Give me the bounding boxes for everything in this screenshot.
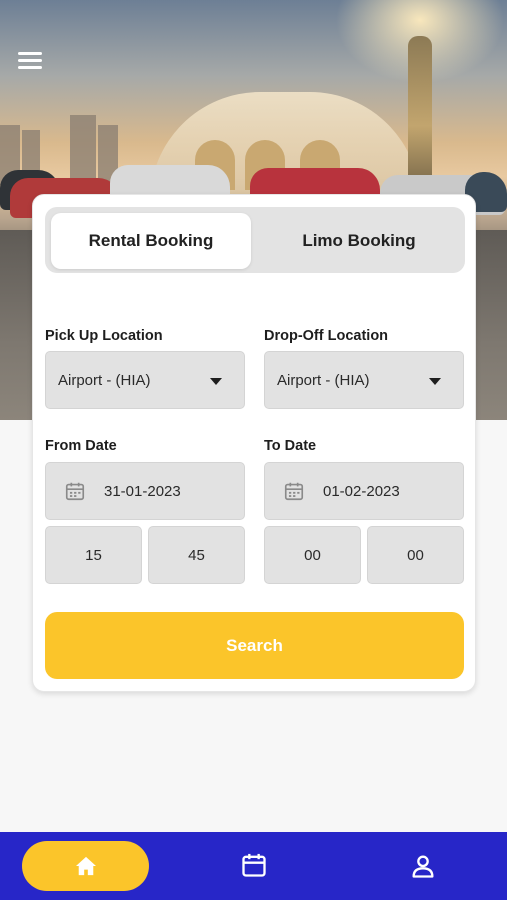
dropoff-location-value: Airport - (HIA) (277, 371, 370, 389)
to-hour-field[interactable]: 00 (264, 526, 361, 584)
to-date-label: To Date (264, 438, 317, 454)
tab-limo-booking[interactable]: Limo Booking (259, 213, 459, 269)
bottom-navigation (0, 832, 507, 900)
to-date-field[interactable]: 01-02-2023 (264, 462, 464, 520)
from-minute-field[interactable]: 45 (148, 526, 245, 584)
home-icon (75, 856, 96, 876)
hamburger-menu-icon[interactable] (18, 52, 42, 70)
from-minute-value: 45 (188, 546, 205, 564)
chevron-down-icon (210, 378, 222, 385)
pickup-location-select[interactable]: Airport - (HIA) (45, 351, 245, 409)
booking-type-tabs: Rental Booking Limo Booking (45, 207, 465, 273)
to-hour-value: 00 (304, 546, 321, 564)
calendar-icon (65, 482, 85, 501)
from-hour-field[interactable]: 15 (45, 526, 142, 584)
from-hour-value: 15 (85, 546, 102, 564)
search-button[interactable]: Search (45, 612, 464, 679)
calendar-icon (284, 482, 304, 501)
user-icon[interactable] (409, 852, 437, 880)
dropoff-location-select[interactable]: Airport - (HIA) (264, 351, 464, 409)
dropoff-location-label: Drop-Off Location (264, 328, 389, 344)
nav-home-button[interactable] (22, 841, 149, 891)
chevron-down-icon (429, 378, 441, 385)
calendar-icon[interactable] (240, 851, 268, 879)
pickup-location-value: Airport - (HIA) (58, 371, 151, 389)
to-minute-field[interactable]: 00 (367, 526, 464, 584)
from-date-field[interactable]: 31-01-2023 (45, 462, 245, 520)
from-date-label: From Date (45, 438, 117, 454)
to-date-value: 01-02-2023 (323, 482, 400, 500)
tab-rental-booking[interactable]: Rental Booking (51, 213, 251, 269)
from-date-value: 31-01-2023 (104, 482, 181, 500)
booking-card: Rental Booking Limo Booking Pick Up Loca… (32, 194, 476, 692)
to-minute-value: 00 (407, 546, 424, 564)
pickup-location-label: Pick Up Location (45, 328, 163, 344)
